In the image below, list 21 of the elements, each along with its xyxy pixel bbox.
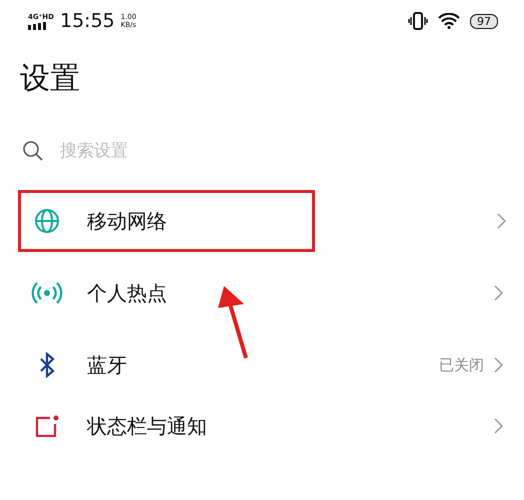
wifi-icon — [438, 13, 460, 29]
page-title: 设置 — [19, 60, 81, 98]
settings-item[interactable]: 蓝牙 已关闭 — [18, 334, 506, 396]
item-label: 移动网络 — [87, 208, 168, 234]
signal-icon — [28, 22, 48, 30]
hotspot-icon — [31, 281, 63, 305]
settings-item[interactable]: 个人热点 — [18, 262, 506, 324]
battery-indicator: 97 — [470, 14, 498, 28]
chevron-icon — [494, 418, 503, 434]
vibrate-icon — [408, 12, 428, 30]
item-label: 状态栏与通知 — [87, 412, 208, 440]
chevron-icon — [494, 357, 503, 373]
chevron-icon — [494, 285, 503, 301]
search-field[interactable]: 搜索设置 — [58, 140, 262, 162]
chevron-icon — [497, 213, 506, 229]
item-status: 已关闭 — [439, 356, 484, 374]
clock-time: 15:55 — [60, 10, 115, 32]
item-label: 个人热点 — [87, 280, 168, 306]
search-icon — [22, 140, 44, 162]
settings-item[interactable]: 状态栏与通知 — [18, 406, 506, 446]
item-label: 蓝牙 — [87, 352, 128, 378]
